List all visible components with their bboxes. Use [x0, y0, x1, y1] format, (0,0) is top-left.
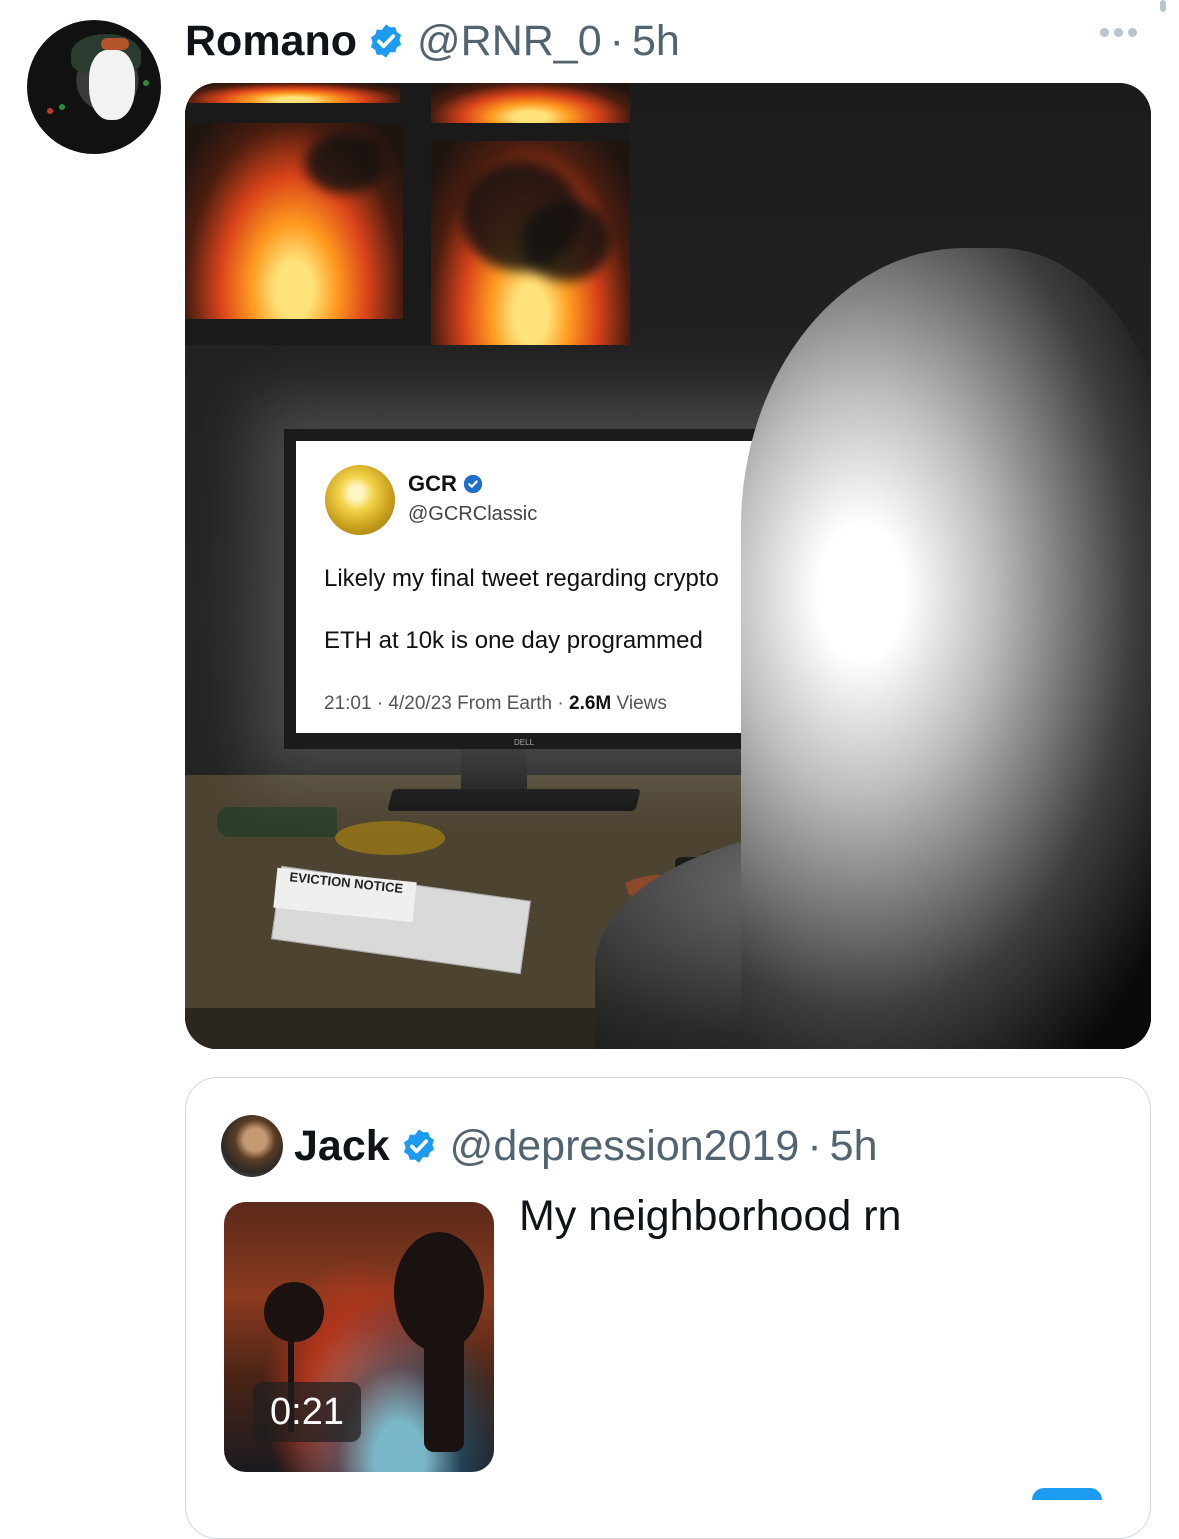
author-handle[interactable]: @RNR_0 [417, 17, 602, 66]
gcr-name-row: GCR [408, 471, 483, 497]
verified-badge-icon [463, 474, 483, 494]
avatar-dot [143, 80, 149, 86]
avatar-band [101, 38, 129, 50]
verified-badge-icon [403, 1129, 434, 1163]
quoted-author-avatar[interactable] [221, 1115, 283, 1177]
bottle [217, 807, 337, 837]
quoted-tweet-header: Jack @depression2019 · 5h [294, 1120, 878, 1172]
tweet-media-image[interactable]: EVICTION NOTICE GCR @GCRClassic Likely m… [185, 83, 1151, 1049]
verified-badge-icon [370, 24, 402, 58]
monitor-base [387, 789, 641, 811]
video-duration-badge: 0:21 [253, 1382, 361, 1442]
gcr-handle: @GCRClassic [408, 503, 538, 525]
tweet-timestamp[interactable]: 5h [632, 17, 680, 66]
gcr-text-line1: Likely my final tweet regarding crypto [324, 565, 719, 592]
spill [335, 821, 445, 855]
gcr-text-line2: ETH at 10k is one day programmed [324, 627, 703, 654]
avatar-dot [47, 108, 53, 114]
monitor: GCR @GCRClassic Likely my final tweet re… [284, 429, 804, 749]
avatar-dot [59, 104, 65, 110]
burning-window [185, 83, 630, 345]
more-dot [1100, 28, 1109, 37]
gcr-views-label: Views [611, 693, 667, 714]
more-dot [1114, 28, 1123, 37]
quoted-author-name[interactable]: Jack [294, 1122, 390, 1171]
window-pane [185, 123, 403, 319]
author-avatar[interactable] [27, 20, 161, 154]
gcr-meta: 21:01 · 4/20/23 From Earth · 2.6M Views [324, 693, 667, 715]
quoted-tweet-text: My neighborhood rn [519, 1192, 902, 1240]
gcr-avatar [325, 465, 395, 535]
tweet-header: Romano @RNR_0 · 5h [185, 16, 680, 66]
tree-silhouette [424, 1312, 464, 1452]
avatar-face [89, 50, 135, 120]
quoted-author-handle[interactable]: @depression2019 [450, 1122, 800, 1171]
monitor-brand: DELL [514, 738, 535, 747]
more-dot [1128, 28, 1137, 37]
person-silhouette [741, 248, 1151, 1049]
smoke [521, 201, 611, 281]
gcr-views-count: 2.6M [569, 693, 612, 714]
window-pane [431, 141, 630, 345]
monitor-stand [461, 747, 527, 793]
separator-dot: · [609, 16, 624, 65]
tree-silhouette [264, 1282, 324, 1342]
smoke [305, 133, 385, 193]
monitor-screen: GCR @GCRClassic Likely my final tweet re… [296, 441, 794, 733]
floating-compose-button[interactable] [1032, 1488, 1102, 1500]
separator-dot: · [807, 1121, 822, 1170]
gcr-name: GCR [408, 471, 457, 496]
window-pane [431, 83, 630, 123]
window-pane [185, 83, 400, 103]
gcr-meta-prefix: 21:01 · 4/20/23 From Earth · [324, 693, 570, 714]
quoted-tweet-timestamp[interactable]: 5h [830, 1122, 878, 1171]
author-name[interactable]: Romano [185, 17, 357, 66]
scrollbar-indicator[interactable] [1160, 0, 1166, 12]
more-options-icon[interactable] [1100, 28, 1137, 37]
